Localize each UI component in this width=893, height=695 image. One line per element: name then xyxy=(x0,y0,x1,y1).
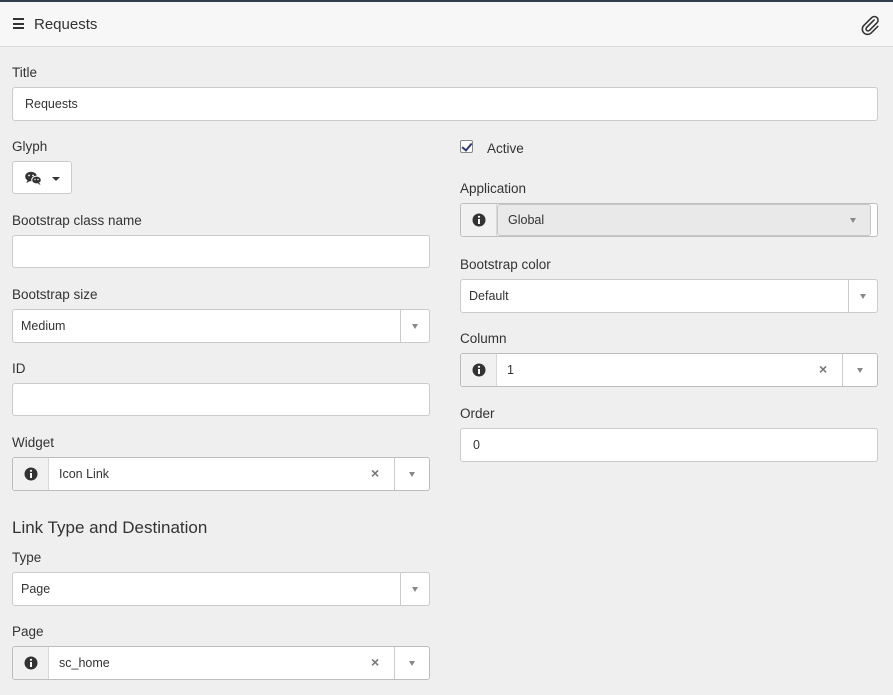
application-label: Application xyxy=(460,181,527,196)
widget-field[interactable]: Icon Link × xyxy=(12,457,430,491)
application-info-button[interactable] xyxy=(461,204,497,236)
chevron-down-icon xyxy=(848,280,877,312)
application-disabled-select xyxy=(497,204,871,236)
title-input[interactable]: Requests xyxy=(12,87,878,121)
chevron-down-icon xyxy=(400,310,429,342)
bootstrap-color-label: Bootstrap color xyxy=(460,257,551,272)
order-label: Order xyxy=(460,406,495,421)
bootstrap-size-select[interactable]: Medium xyxy=(12,309,430,343)
order-input[interactable]: 0 xyxy=(460,428,878,462)
type-select[interactable]: Page xyxy=(12,572,430,606)
widget-label: Widget xyxy=(12,435,55,450)
page-label: Page xyxy=(12,624,44,639)
chevron-down-icon xyxy=(836,204,871,236)
application-value: Global xyxy=(508,213,545,227)
form-title: Requests xyxy=(34,16,98,33)
order-value: 0 xyxy=(473,438,480,452)
title-value: Requests xyxy=(25,97,78,111)
caret-down-icon xyxy=(52,177,60,181)
chevron-down-icon xyxy=(400,573,429,605)
bootstrap-size-value: Medium xyxy=(21,319,66,333)
column-field[interactable]: 1 × xyxy=(460,353,878,387)
page-info-button[interactable] xyxy=(13,647,49,679)
bootstrap-size-label: Bootstrap size xyxy=(12,287,98,302)
application-field: Global xyxy=(460,203,878,237)
glyph-picker-button[interactable] xyxy=(12,161,72,194)
wechat-icon xyxy=(25,171,42,190)
chevron-down-icon[interactable] xyxy=(394,647,429,679)
active-label: Active xyxy=(487,141,524,156)
page-value: sc_home xyxy=(59,656,110,670)
bootstrap-class-name-input[interactable] xyxy=(12,235,430,268)
clear-icon[interactable]: × xyxy=(371,654,379,670)
active-checkbox[interactable] xyxy=(460,140,473,153)
info-icon xyxy=(24,467,38,481)
clear-icon[interactable]: × xyxy=(819,361,827,377)
form-header: Requests xyxy=(0,2,893,47)
bootstrap-class-name-label: Bootstrap class name xyxy=(12,213,142,228)
chevron-down-icon[interactable] xyxy=(842,354,877,386)
type-value: Page xyxy=(21,582,51,596)
column-label: Column xyxy=(460,331,507,346)
glyph-label: Glyph xyxy=(12,139,48,154)
type-label: Type xyxy=(12,550,42,565)
link-section-title: Link Type and Destination xyxy=(12,518,208,537)
bootstrap-color-value: Default xyxy=(469,289,509,303)
column-info-button[interactable] xyxy=(461,354,497,386)
page-field[interactable]: sc_home × xyxy=(12,646,430,680)
paperclip-icon[interactable] xyxy=(859,14,881,36)
title-label: Title xyxy=(12,65,38,80)
widget-info-button[interactable] xyxy=(13,458,49,490)
info-icon xyxy=(472,363,486,377)
column-value: 1 xyxy=(507,363,514,377)
bootstrap-color-select[interactable]: Default xyxy=(460,279,878,313)
info-icon xyxy=(24,656,38,670)
id-input[interactable] xyxy=(12,383,430,416)
menu-icon[interactable] xyxy=(13,18,24,29)
chevron-down-icon[interactable] xyxy=(394,458,429,490)
widget-value: Icon Link xyxy=(59,467,110,481)
id-label: ID xyxy=(12,361,26,376)
info-icon xyxy=(472,213,486,227)
clear-icon[interactable]: × xyxy=(371,465,379,481)
